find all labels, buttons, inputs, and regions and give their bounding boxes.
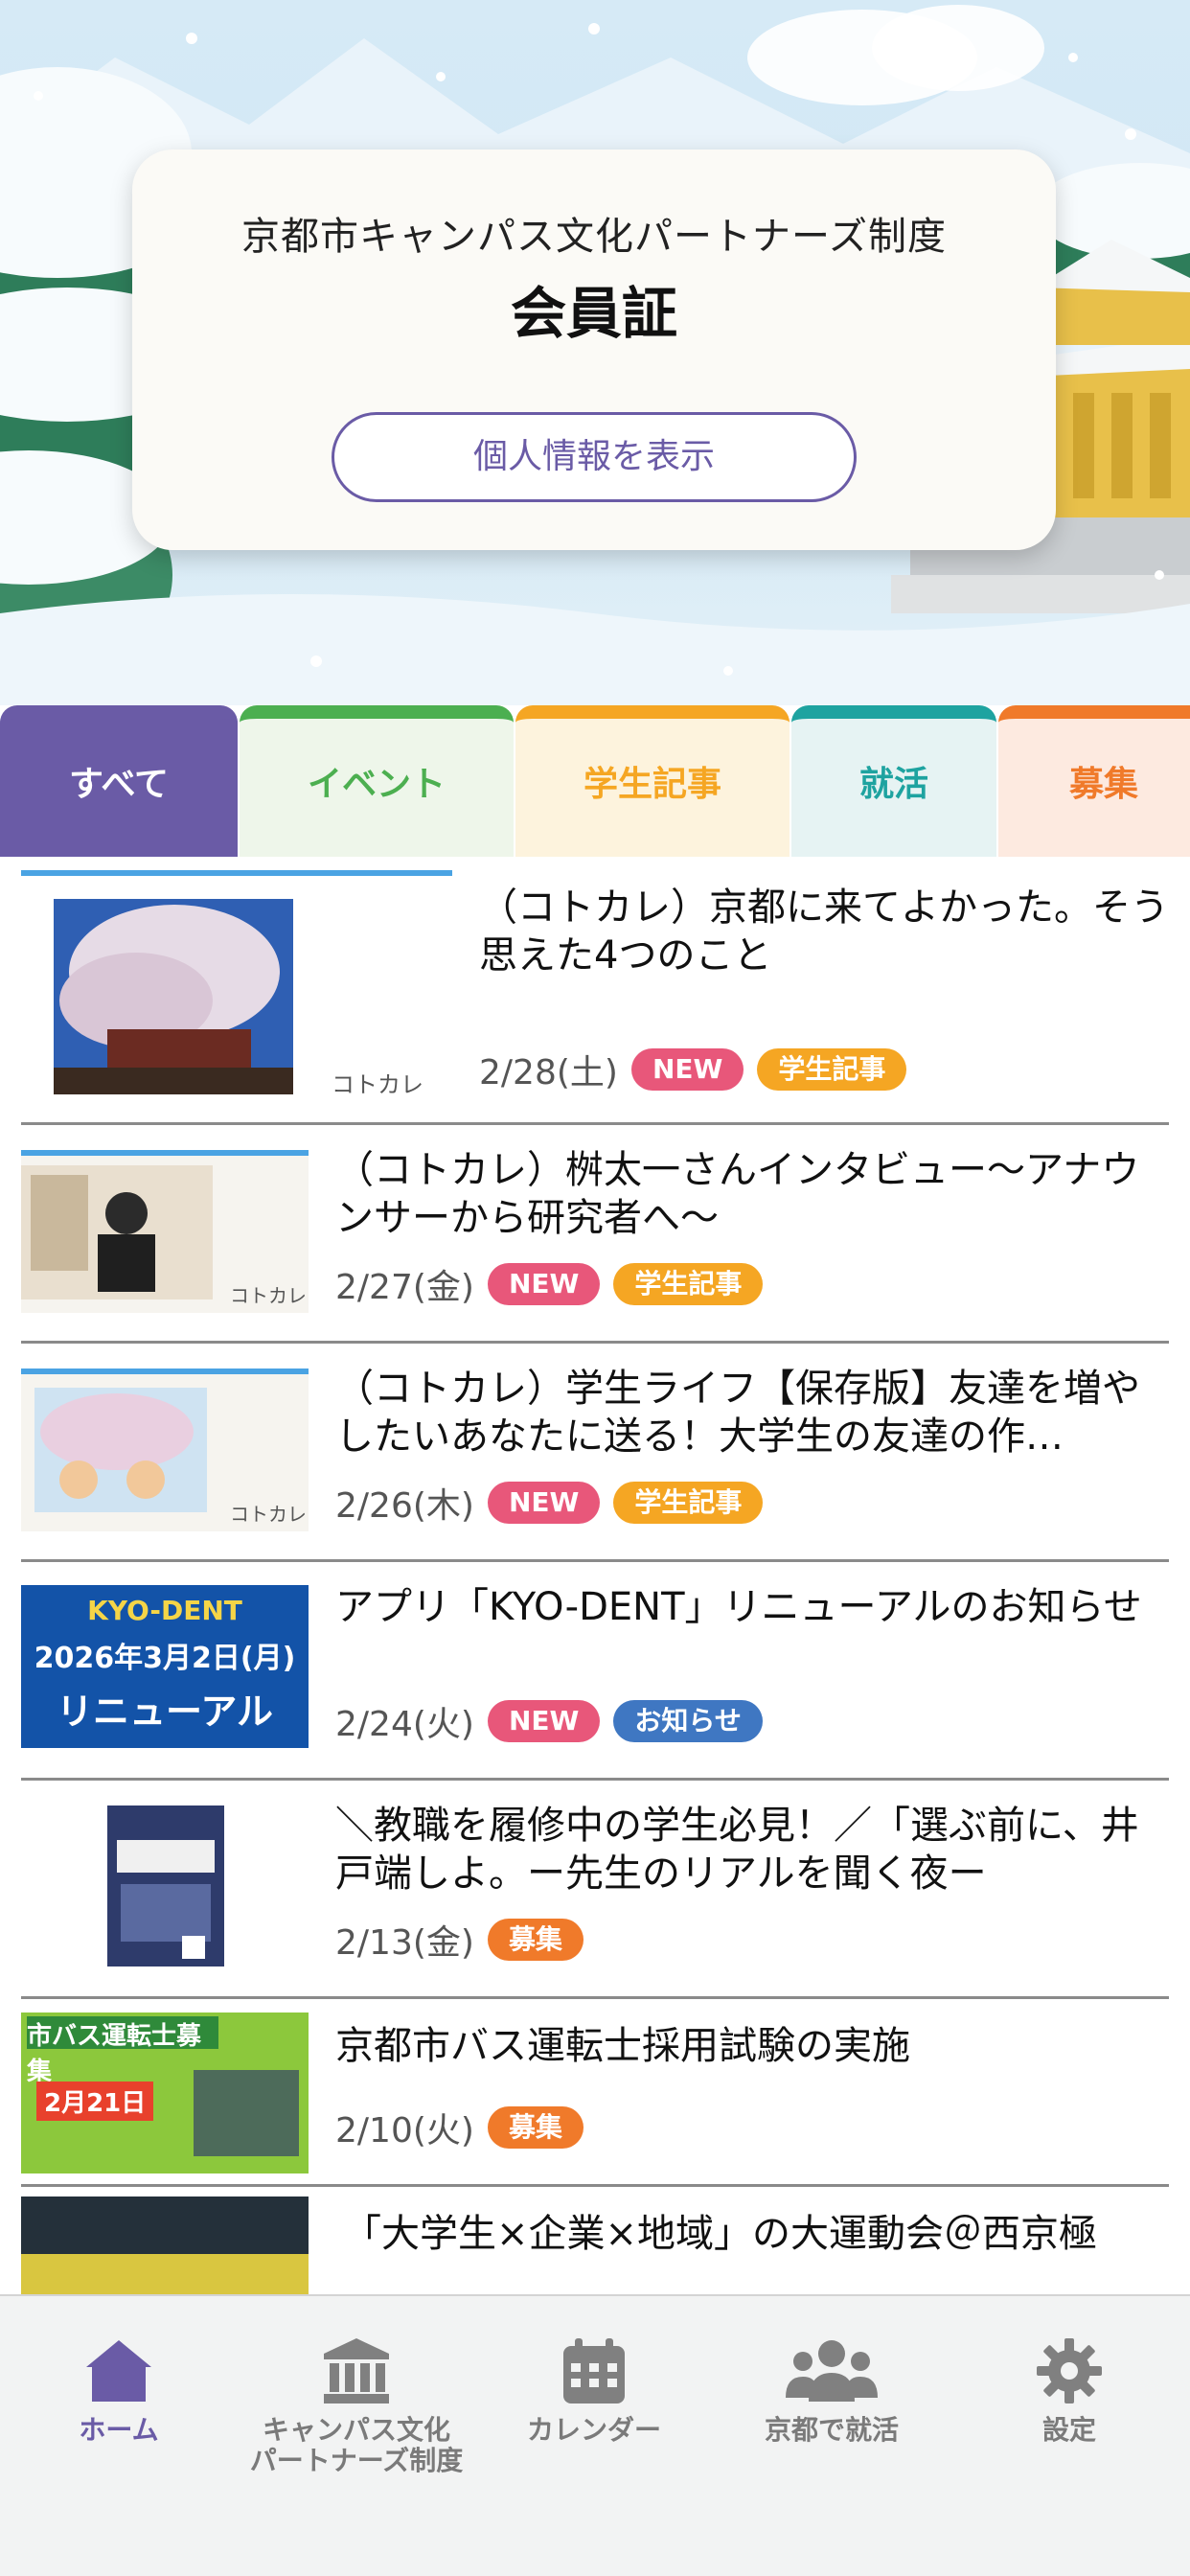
article-title: ＼教職を履修中の学生必見！／「選ぶ前に、井戸端しよ。ー先生のリアルを聞く夜ー [335,1804,1139,1896]
building-icon [324,2338,389,2404]
list-item[interactable]: 「大学生×企業×地域」の大運動会＠西京極 [21,2187,1169,2294]
tab-recruitment[interactable]: 募集 [998,705,1190,857]
tab-student-articles[interactable]: 学生記事 [515,705,790,857]
stadium-photo [21,2254,309,2294]
list-item[interactable]: ＼教職を履修中の学生必見！／「選ぶ前に、井戸端しよ。ー先生のリアルを聞く夜ー 2… [21,1781,1169,1999]
gear-icon [1037,2338,1102,2404]
tag-student-article: 学生記事 [613,1263,764,1305]
bus-photo [194,2070,299,2156]
nav-label: 京都で就活 [764,2414,899,2446]
show-personal-info-button[interactable]: 個人情報を表示 [332,412,857,502]
thumb-line: 2月21日 [36,2082,154,2121]
nav-campus-partners[interactable]: キャンパス文化 パートナーズ制度 [238,2334,475,2476]
nav-label: ホーム [79,2414,159,2446]
flyer-image [107,1806,224,1966]
card-subtitle: 京都市キャンパス文化パートナーズ制度 [241,215,947,259]
home-icon [86,2340,151,2402]
tag-new: NEW [487,1263,601,1305]
article-meta: 2/13(金) 募集 [335,1919,597,1963]
tag-new: NEW [630,1048,744,1091]
list-item[interactable]: KYO-DENT 2026年3月2日(月) リニューアル アプリ「KYO-DEN… [21,1562,1169,1781]
article-date: 2/28(土) [479,1053,618,1092]
thumb-line: 市バス運転士募集 [27,2016,218,2086]
article-thumbnail [21,1802,309,1970]
kotokare-logo: コトカレ [230,1503,307,1526]
people-icon [786,2340,878,2402]
list-item[interactable]: コトカレ （コトカレ）京都に来てよかった。そう思えた4つのこと 2/28(土) … [21,857,1169,1125]
article-list: コトカレ （コトカレ）京都に来てよかった。そう思えた4つのこと 2/28(土) … [0,857,1190,2294]
tag-student-article: 学生記事 [613,1482,764,1524]
article-thumbnail: KYO-DENT 2026年3月2日(月) リニューアル [21,1585,309,1748]
tag-new: NEW [487,1700,601,1742]
nav-label: キャンパス文化 パートナーズ制度 [249,2414,464,2476]
article-thumbnail: コトカレ [21,1150,309,1313]
nav-kyoto-job-hunting[interactable]: 京都で就活 [713,2334,950,2446]
article-title: （コトカレ）京都に来てよかった。そう思えた4つのこと [479,886,1169,978]
article-date: 2/13(金) [335,1923,474,1963]
article-title: （コトカレ）学生ライフ【保存版】友達を増やしたいあなたに送る！大学生の友達の作… [335,1367,1140,1459]
tag-recruitment: 募集 [487,1919,584,1961]
kotokare-logo: コトカレ [230,1284,307,1307]
nav-home[interactable]: ホーム [0,2334,238,2446]
article-date: 2/10(火) [335,2111,474,2150]
article-meta: 2/27(金) NEW 学生記事 [335,1263,776,1307]
article-thumbnail: 市バス運転士募集 2月21日 [21,2012,309,2174]
article-date: 2/27(金) [335,1268,474,1307]
article-title: 「大学生×企業×地域」の大運動会＠西京極 [343,2212,1098,2256]
article-meta: 2/10(火) 募集 [335,2106,597,2150]
tag-notice: お知らせ [613,1700,763,1742]
nav-label: カレンダー [526,2414,661,2446]
list-item[interactable]: 市バス運転士募集 2月21日 京都市バス運転士採用試験の実施 2/10(火) 募… [21,1999,1169,2187]
article-date: 2/26(木) [335,1486,474,1526]
list-item[interactable]: コトカレ （コトカレ）学生ライフ【保存版】友達を増やしたいあなたに送る！大学生の… [21,1344,1169,1562]
nav-calendar[interactable]: カレンダー [475,2334,713,2446]
card-title: 会員証 [510,281,677,346]
membership-card: 京都市キャンパス文化パートナーズ制度 会員証 個人情報を表示 [132,150,1056,550]
thumb-line: KYO-DENT [87,1595,242,1626]
tab-job-hunting[interactable]: 就活 [791,705,996,857]
article-title: 京都市バス運転士採用試験の実施 [335,2024,910,2068]
bottom-nav: ホーム キャンパス文化 パートナーズ制度 カレンダー 京都で就活 設定 [0,2294,1190,2576]
article-thumbnail: コトカレ [21,1368,309,1531]
article-thumbnail: コトカレ [21,870,452,1110]
article-title: （コトカレ）桝太一さんインタビュー～アナウンサーから研究者へ～ [335,1148,1140,1240]
tab-all[interactable]: すべて [0,705,238,857]
tag-student-article: 学生記事 [757,1048,907,1091]
article-date: 2/24(火) [335,1705,474,1744]
calendar-icon [563,2338,625,2404]
thumb-line: 2026年3月2日(月) [34,1642,296,1675]
category-tabs: すべて イベント 学生記事 就活 募集 [0,705,1190,857]
nav-settings[interactable]: 設定 [950,2334,1188,2446]
tag-recruitment: 募集 [487,2106,584,2149]
tag-new: NEW [487,1482,601,1524]
article-meta: 2/26(木) NEW 学生記事 [335,1482,776,1526]
list-item[interactable]: コトカレ （コトカレ）桝太一さんインタビュー～アナウンサーから研究者へ～ 2/2… [21,1125,1169,1344]
article-meta: 2/28(土) NEW 学生記事 [479,1048,920,1092]
article-thumbnail [21,2196,309,2294]
thumb-line: リニューアル [56,1690,274,1733]
article-title: アプリ「KYO-DENT」リニューアルのお知らせ [335,1585,1142,1629]
kotokare-logo: コトカレ [332,1071,423,1098]
nav-label: 設定 [1041,2414,1096,2446]
article-meta: 2/24(火) NEW お知らせ [335,1700,776,1744]
tab-event[interactable]: イベント [240,705,514,857]
hero-banner: 京都市キャンパス文化パートナーズ制度 会員証 個人情報を表示 [0,0,1190,705]
